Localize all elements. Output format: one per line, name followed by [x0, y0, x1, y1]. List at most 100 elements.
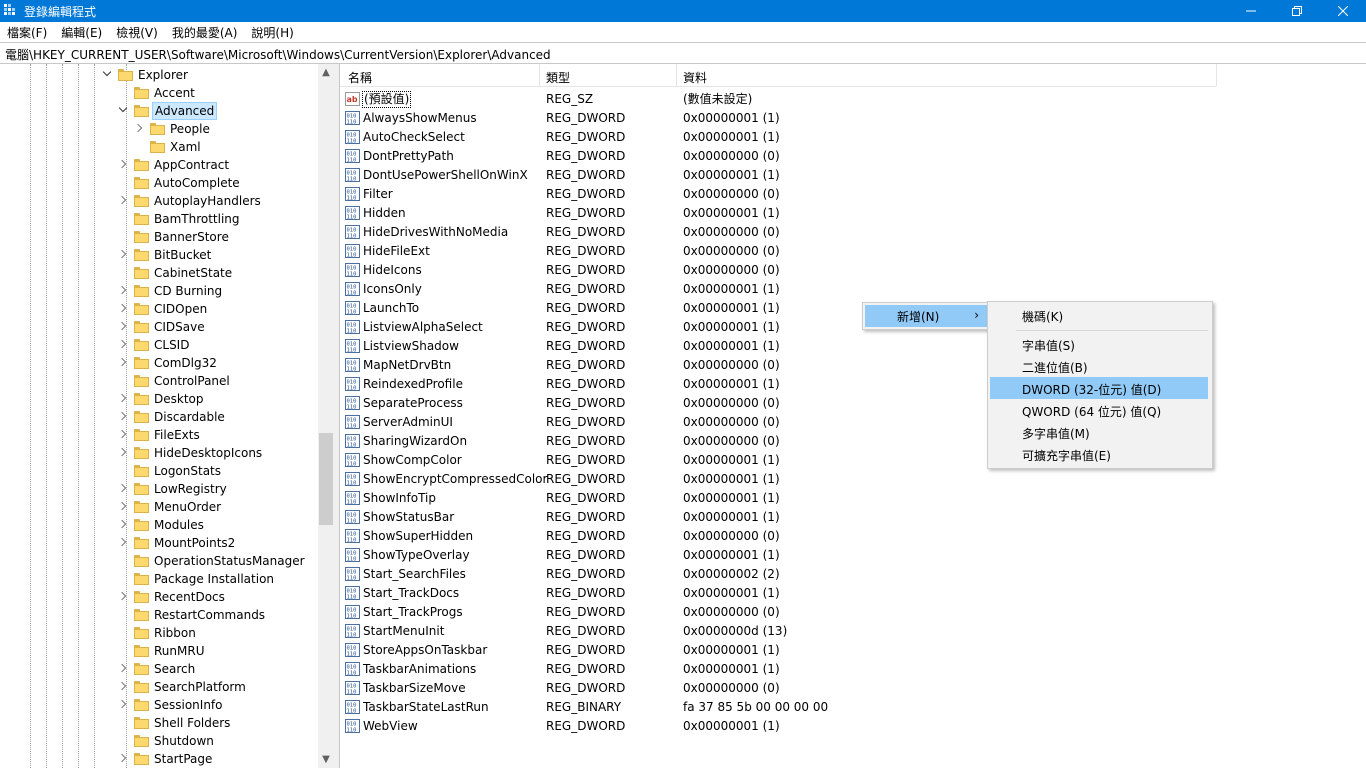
tree-node-label[interactable]: StartPage — [152, 751, 214, 767]
value-name[interactable]: ShowTypeOverlay — [363, 548, 470, 563]
tree-node[interactable]: CD Burning — [0, 282, 318, 300]
value-name[interactable]: AlwaysShowMenus — [363, 111, 477, 126]
value-row[interactable]: 010 110 WebView REG_DWORD 0x00000001 (1) — [340, 717, 1240, 736]
tree-node-label[interactable]: LogonStats — [152, 463, 223, 479]
value-row[interactable]: 010 110 HideFileExt REG_DWORD 0x00000000 (0) — [340, 242, 1240, 261]
value-name[interactable]: DontUsePowerShellOnWinX — [363, 168, 528, 183]
tree-node[interactable]: SearchPlatform — [0, 678, 318, 696]
chevron-right-icon[interactable] — [117, 249, 127, 259]
chevron-right-icon[interactable] — [117, 393, 127, 403]
tree-node[interactable]: RunMRU — [0, 642, 318, 660]
tree-node[interactable]: ControlPanel — [0, 372, 318, 390]
tree-node-label[interactable]: BamThrottling — [152, 211, 242, 227]
column-divider[interactable] — [1216, 64, 1217, 86]
value-name[interactable]: LaunchTo — [363, 301, 419, 316]
value-name[interactable]: WebView — [363, 719, 418, 734]
tree-node[interactable]: AutoplayHandlers — [0, 192, 318, 210]
tree-node[interactable]: AutoComplete — [0, 174, 318, 192]
tree-node-label[interactable]: CLSID — [152, 337, 191, 353]
chevron-right-icon[interactable] — [117, 195, 127, 205]
tree-node-label[interactable]: Shell Folders — [152, 715, 232, 731]
chevron-right-icon[interactable] — [117, 357, 127, 367]
submenu-item-string[interactable]: 字串值(S) — [990, 333, 1208, 355]
value-row[interactable]: 010 110 ShowStatusBar REG_DWORD 0x00000001 (… — [340, 508, 1240, 527]
value-name[interactable]: Start_TrackProgs — [363, 605, 463, 620]
tree-node-label[interactable]: Advanced — [152, 102, 218, 120]
minimize-button[interactable] — [1228, 0, 1274, 22]
chevron-right-icon[interactable] — [117, 681, 127, 691]
tree-node[interactable]: Advanced — [0, 102, 318, 120]
value-row[interactable]: 010 110 TaskbarAnimations REG_DWORD 0x000000… — [340, 660, 1240, 679]
value-name[interactable]: StartMenuInit — [363, 624, 444, 639]
tree-node-label[interactable]: Explorer — [136, 67, 190, 83]
chevron-right-icon[interactable] — [117, 429, 127, 439]
scroll-down-arrow-icon[interactable]: ▼ — [318, 751, 334, 768]
tree-node-label[interactable]: Desktop — [152, 391, 206, 407]
tree-node[interactable]: SessionInfo — [0, 696, 318, 714]
column-header-type[interactable]: 類型 — [546, 69, 570, 86]
tree-node-label[interactable]: AutoComplete — [152, 175, 242, 191]
value-name[interactable]: ListviewShadow — [363, 339, 459, 354]
tree-node-label[interactable]: Shutdown — [152, 733, 216, 749]
submenu-item-dword[interactable]: DWORD (32-位元) 值(D) — [990, 377, 1208, 399]
tree-node[interactable]: RecentDocs — [0, 588, 318, 606]
address-bar[interactable]: 電腦\HKEY_CURRENT_USER\Software\Microsoft\… — [0, 42, 1366, 64]
value-row[interactable]: 010 110 HideIcons REG_DWORD 0x00000000 (0) — [340, 261, 1240, 280]
tree-node-label[interactable]: MenuOrder — [152, 499, 223, 515]
value-name[interactable]: IconsOnly — [363, 282, 422, 297]
tree-node-label[interactable]: Discardable — [152, 409, 227, 425]
tree-node[interactable]: CLSID — [0, 336, 318, 354]
column-divider[interactable] — [676, 64, 677, 86]
column-header-data[interactable]: 資料 — [683, 69, 707, 86]
value-name[interactable]: TaskbarSizeMove — [363, 681, 466, 696]
restore-button[interactable] — [1274, 0, 1320, 22]
tree-node[interactable]: LowRegistry — [0, 480, 318, 498]
tree-node[interactable]: Shutdown — [0, 732, 318, 750]
chevron-right-icon[interactable] — [117, 321, 127, 331]
tree-node[interactable]: HideDesktopIcons — [0, 444, 318, 462]
value-name[interactable]: SharingWizardOn — [363, 434, 467, 449]
tree-node-label[interactable]: Xaml — [168, 139, 203, 155]
scroll-up-arrow-icon[interactable]: ▲ — [318, 64, 334, 81]
close-button[interactable] — [1320, 0, 1366, 22]
chevron-right-icon[interactable] — [117, 447, 127, 457]
value-row[interactable]: 010 110 Start_SearchFiles REG_DWORD 0x000000… — [340, 565, 1240, 584]
tree-node-label[interactable]: SessionInfo — [152, 697, 225, 713]
chevron-right-icon[interactable] — [117, 159, 127, 169]
tree-node-label[interactable]: SearchPlatform — [152, 679, 248, 695]
chevron-right-icon[interactable] — [117, 537, 127, 547]
value-row[interactable]: 010 110 HideDrivesWithNoMedia REG_DWORD 0x00… — [340, 223, 1240, 242]
chevron-down-icon[interactable] — [118, 103, 128, 113]
value-name[interactable]: DontPrettyPath — [363, 149, 454, 164]
chevron-right-icon[interactable] — [117, 519, 127, 529]
tree-node[interactable]: Package Installation — [0, 570, 318, 588]
value-name[interactable]: ShowInfoTip — [363, 491, 436, 506]
tree-node-label[interactable]: AppContract — [152, 157, 231, 173]
value-row[interactable]: 010 110 Filter REG_DWORD 0x00000000 (0) — [340, 185, 1240, 204]
value-name[interactable]: ShowStatusBar — [363, 510, 454, 525]
value-row[interactable]: 010 110 DontPrettyPath REG_DWORD 0x00000000 … — [340, 147, 1240, 166]
context-menu-new[interactable]: 新增(N) › — [865, 305, 987, 327]
tree-node[interactable]: BamThrottling — [0, 210, 318, 228]
chevron-right-icon[interactable] — [117, 483, 127, 493]
submenu-item-key[interactable]: 機碼(K) — [990, 304, 1208, 326]
submenu-item-qword[interactable]: QWORD (64 位元) 值(Q) — [990, 399, 1208, 421]
value-row[interactable]: 010 110 IconsOnly REG_DWORD 0x00000001 (1) — [340, 280, 1240, 299]
tree-node[interactable]: StartPage — [0, 750, 318, 768]
value-name[interactable]: ShowCompColor — [363, 453, 462, 468]
submenu-item-expandable-string[interactable]: 可擴充字串值(E) — [990, 443, 1208, 465]
value-row[interactable]: 010 110 AlwaysShowMenus REG_DWORD 0x00000001… — [340, 109, 1240, 128]
tree-node[interactable]: CabinetState — [0, 264, 318, 282]
value-name[interactable]: ShowSuperHidden — [363, 529, 473, 544]
tree-node-label[interactable]: BitBucket — [152, 247, 213, 263]
tree-node-label[interactable]: RunMRU — [152, 643, 206, 659]
value-row[interactable]: 010 110 ShowEncryptCompressedColor REG_DWOR… — [340, 470, 1240, 489]
tree-node[interactable]: CIDOpen — [0, 300, 318, 318]
scroll-thumb[interactable] — [319, 433, 333, 525]
value-name[interactable]: StoreAppsOnTaskbar — [363, 643, 487, 658]
value-name[interactable]: ServerAdminUI — [363, 415, 453, 430]
chevron-right-icon[interactable] — [117, 753, 127, 763]
chevron-right-icon[interactable] — [117, 411, 127, 421]
value-row[interactable]: 010 110 TaskbarSizeMove REG_DWORD 0x00000000… — [340, 679, 1240, 698]
value-name[interactable]: Start_TrackDocs — [363, 586, 459, 601]
